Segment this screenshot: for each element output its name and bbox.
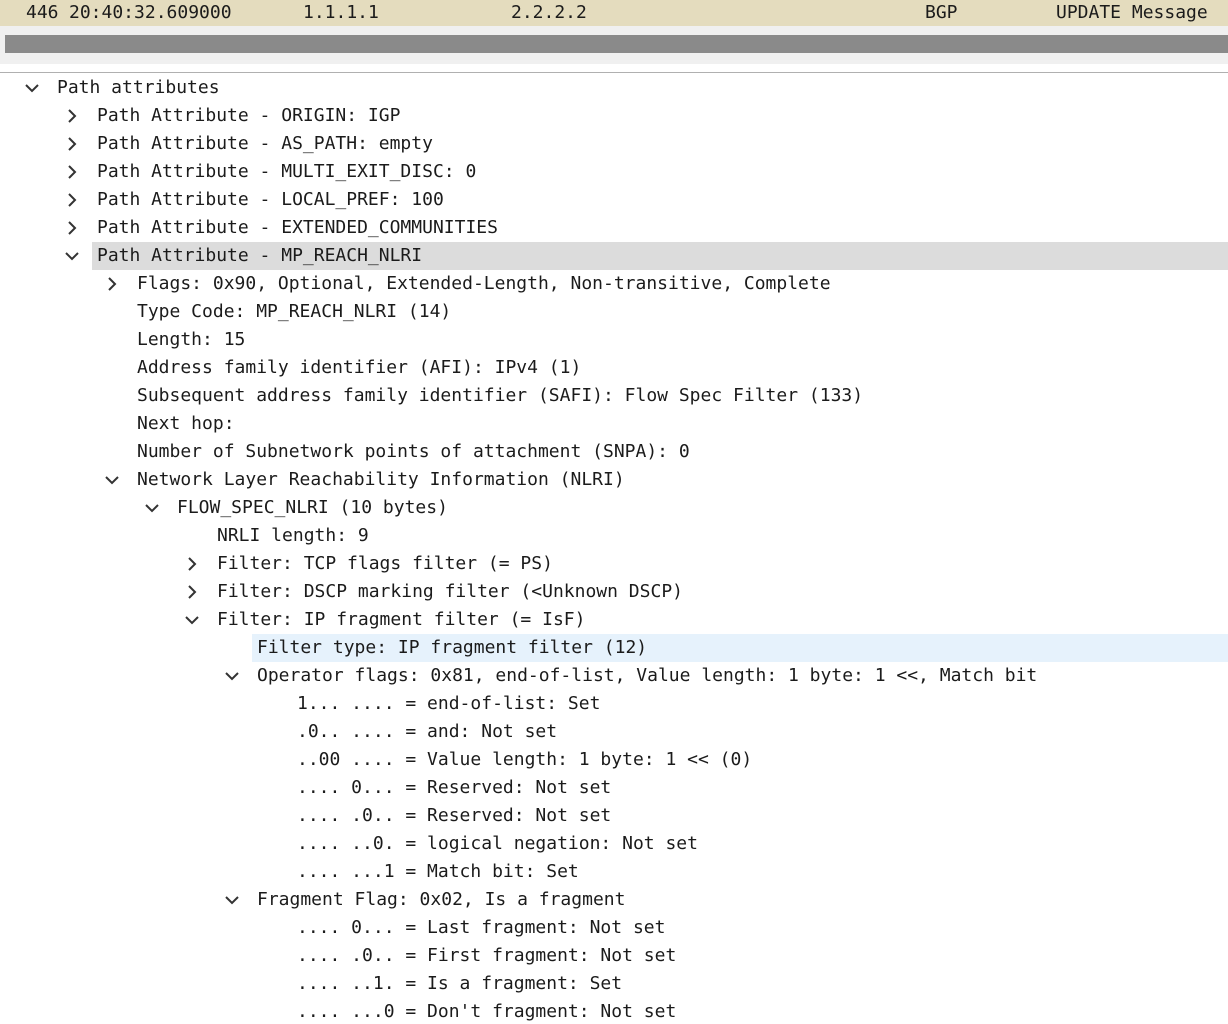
tree-row[interactable]: Filter: TCP flags filter (= PS) xyxy=(0,550,1228,578)
tree-row[interactable]: Next hop: xyxy=(0,410,1228,438)
chevron-right-icon[interactable] xyxy=(182,550,202,578)
tree-row-label: .... ..1. = Is a fragment: Set xyxy=(297,973,623,994)
tree-row[interactable]: Length: 15 xyxy=(0,326,1228,354)
tree-row-label: .0.. .... = and: Not set xyxy=(297,721,558,742)
row-highlight xyxy=(132,410,1228,438)
packet-info: UPDATE Message xyxy=(1056,2,1208,23)
tree-row[interactable]: .... ..0. = logical negation: Not set xyxy=(0,830,1228,858)
tree-row-label: Path Attribute - MP_REACH_NLRI xyxy=(97,245,423,266)
tree-row[interactable]: .... ...1 = Match bit: Set xyxy=(0,858,1228,886)
chevron-down-icon[interactable] xyxy=(222,886,242,914)
chevron-down-icon[interactable] xyxy=(142,494,162,522)
tree-row[interactable]: .... 0... = Last fragment: Not set xyxy=(0,914,1228,942)
tree-row[interactable]: .... ..1. = Is a fragment: Set xyxy=(0,970,1228,998)
horizontal-scrollbar[interactable] xyxy=(0,26,1228,64)
pane-divider[interactable] xyxy=(0,72,1228,73)
tree-row-label: Path Attribute - AS_PATH: empty xyxy=(97,133,433,154)
tree-row-label: .... 0... = Last fragment: Not set xyxy=(297,917,666,938)
packet-details-window: 446 20:40:32.609000 1.1.1.1 2.2.2.2 BGP … xyxy=(0,0,1228,1024)
packet-time: 20:40:32.609000 xyxy=(69,2,232,23)
tree-row-label: Fragment Flag: 0x02, Is a fragment xyxy=(257,889,626,910)
packet-protocol: BGP xyxy=(925,2,958,23)
tree-row-label: Filter: IP fragment filter (= IsF) xyxy=(217,609,586,630)
tree-row-label: .... ..0. = logical negation: Not set xyxy=(297,833,698,854)
tree-row[interactable]: .... ...0 = Don't fragment: Not set xyxy=(0,998,1228,1024)
row-highlight xyxy=(52,74,1228,102)
tree-row[interactable]: .... 0... = Reserved: Not set xyxy=(0,774,1228,802)
tree-row[interactable]: 1... .... = end-of-list: Set xyxy=(0,690,1228,718)
tree-row[interactable]: Path Attribute - ORIGIN: IGP xyxy=(0,102,1228,130)
tree-row-label: Filter: TCP flags filter (= PS) xyxy=(217,553,553,574)
tree-row-label: .... ...0 = Don't fragment: Not set xyxy=(297,1001,677,1022)
tree-row-label: Subsequent address family identifier (SA… xyxy=(137,385,864,406)
tree-row[interactable]: .0.. .... = and: Not set xyxy=(0,718,1228,746)
tree-row[interactable]: Network Layer Reachability Information (… xyxy=(0,466,1228,494)
chevron-down-icon[interactable] xyxy=(62,242,82,270)
packet-number: 446 xyxy=(26,2,59,23)
tree-row[interactable]: Path Attribute - MULTI_EXIT_DISC: 0 xyxy=(0,158,1228,186)
row-highlight xyxy=(132,326,1228,354)
tree-row[interactable]: Subsequent address family identifier (SA… xyxy=(0,382,1228,410)
chevron-right-icon[interactable] xyxy=(102,270,122,298)
tree-row-label: 1... .... = end-of-list: Set xyxy=(297,693,601,714)
chevron-down-icon[interactable] xyxy=(182,606,202,634)
tree-row[interactable]: Path Attribute - EXTENDED_COMMUNITIES xyxy=(0,214,1228,242)
tree-row[interactable]: Address family identifier (AFI): IPv4 (1… xyxy=(0,354,1228,382)
tree-row[interactable]: FLOW_SPEC_NLRI (10 bytes) xyxy=(0,494,1228,522)
chevron-down-icon[interactable] xyxy=(102,466,122,494)
tree-row[interactable]: .... .0.. = Reserved: Not set xyxy=(0,802,1228,830)
tree-row[interactable]: ..00 .... = Value length: 1 byte: 1 << (… xyxy=(0,746,1228,774)
tree-row[interactable]: Type Code: MP_REACH_NLRI (14) xyxy=(0,298,1228,326)
tree-row-label: Address family identifier (AFI): IPv4 (1… xyxy=(137,357,582,378)
chevron-down-icon[interactable] xyxy=(22,74,42,102)
chevron-right-icon[interactable] xyxy=(62,214,82,242)
tree-row[interactable]: Path Attribute - MP_REACH_NLRI xyxy=(0,242,1228,270)
tree-row[interactable]: NRLI length: 9 xyxy=(0,522,1228,550)
chevron-right-icon[interactable] xyxy=(182,578,202,606)
tree-row-label: Network Layer Reachability Information (… xyxy=(137,469,625,490)
tree-row-label: Filter type: IP fragment filter (12) xyxy=(257,637,648,658)
packet-source: 1.1.1.1 xyxy=(303,2,379,23)
tree-row-label: FLOW_SPEC_NLRI (10 bytes) xyxy=(177,497,448,518)
chevron-right-icon[interactable] xyxy=(62,186,82,214)
scrollbar-thumb[interactable] xyxy=(5,35,1228,53)
tree-row-label: Flags: 0x90, Optional, Extended-Length, … xyxy=(137,273,831,294)
chevron-right-icon[interactable] xyxy=(62,130,82,158)
chevron-right-icon[interactable] xyxy=(62,102,82,130)
tree-row-label: Path Attribute - EXTENDED_COMMUNITIES xyxy=(97,217,498,238)
tree-row[interactable]: Filter type: IP fragment filter (12) xyxy=(0,634,1228,662)
tree-row-label: Filter: DSCP marking filter (<Unknown DS… xyxy=(217,581,683,602)
tree-row-label: Path Attribute - MULTI_EXIT_DISC: 0 xyxy=(97,161,477,182)
tree-row[interactable]: .... .0.. = First fragment: Not set xyxy=(0,942,1228,970)
tree-row[interactable]: Path Attribute - LOCAL_PREF: 100 xyxy=(0,186,1228,214)
tree-row[interactable]: Filter: IP fragment filter (= IsF) xyxy=(0,606,1228,634)
tree-row-label: .... 0... = Reserved: Not set xyxy=(297,777,612,798)
chevron-right-icon[interactable] xyxy=(62,158,82,186)
tree-row-label: Next hop: xyxy=(137,413,235,434)
tree-row[interactable]: Path Attribute - AS_PATH: empty xyxy=(0,130,1228,158)
tree-row[interactable]: Fragment Flag: 0x02, Is a fragment xyxy=(0,886,1228,914)
tree-row-label: NRLI length: 9 xyxy=(217,525,369,546)
tree-row-label: .... .0.. = Reserved: Not set xyxy=(297,805,612,826)
chevron-down-icon[interactable] xyxy=(222,662,242,690)
tree-row[interactable]: Filter: DSCP marking filter (<Unknown DS… xyxy=(0,578,1228,606)
packet-destination: 2.2.2.2 xyxy=(511,2,587,23)
tree-row[interactable]: Number of Subnetwork points of attachmen… xyxy=(0,438,1228,466)
tree-row-label: Path Attribute - ORIGIN: IGP xyxy=(97,105,401,126)
tree-row-label: Path Attribute - LOCAL_PREF: 100 xyxy=(97,189,444,210)
tree-row-label: Path attributes xyxy=(57,77,220,98)
tree-row[interactable]: Operator flags: 0x81, end-of-list, Value… xyxy=(0,662,1228,690)
tree-row-label: .... ...1 = Match bit: Set xyxy=(297,861,579,882)
tree-row[interactable]: Flags: 0x90, Optional, Extended-Length, … xyxy=(0,270,1228,298)
tree-row-label: .... .0.. = First fragment: Not set xyxy=(297,945,677,966)
tree-row-label: Operator flags: 0x81, end-of-list, Value… xyxy=(257,665,1038,686)
tree-row[interactable]: Path attributes xyxy=(0,74,1228,102)
tree-row-label: ..00 .... = Value length: 1 byte: 1 << (… xyxy=(297,749,753,770)
tree-row-label: Number of Subnetwork points of attachmen… xyxy=(137,441,690,462)
tree-row-label: Type Code: MP_REACH_NLRI (14) xyxy=(137,301,452,322)
packet-list-row[interactable]: 446 20:40:32.609000 1.1.1.1 2.2.2.2 BGP … xyxy=(0,0,1228,26)
tree-row-label: Length: 15 xyxy=(137,329,246,350)
